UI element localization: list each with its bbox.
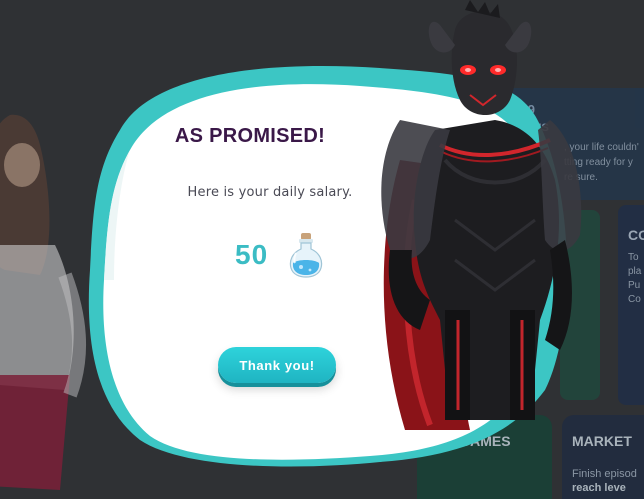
popup-title: AS PROMISED! <box>174 125 326 147</box>
thank-you-button[interactable]: Thank you! <box>218 347 336 383</box>
demon-character <box>381 0 582 430</box>
potion-icon <box>290 233 323 278</box>
reward-row: 50 <box>235 230 345 280</box>
reward-amount: 50 <box>235 239 269 270</box>
